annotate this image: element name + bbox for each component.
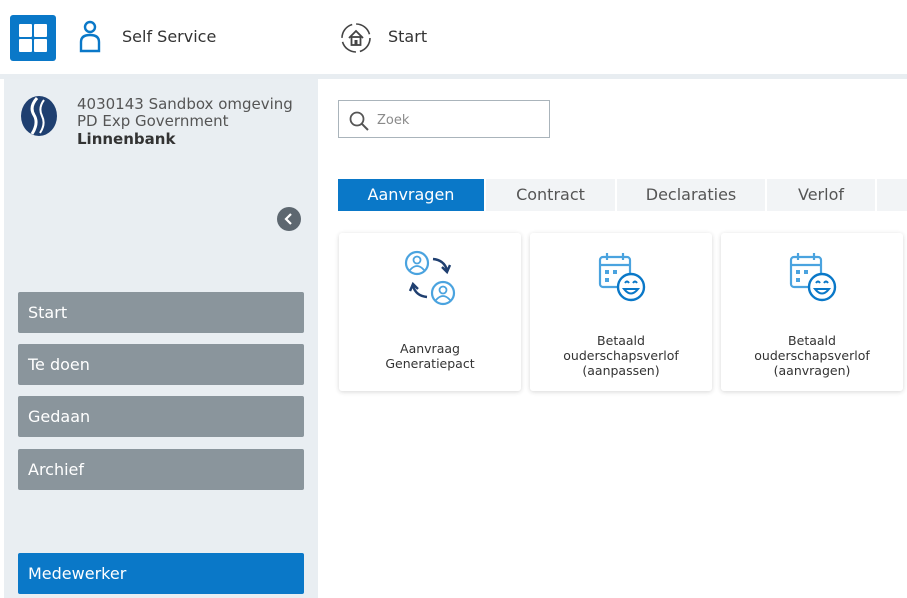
tab-aanvragen[interactable]: Aanvragen: [338, 179, 484, 211]
search-icon: [349, 111, 369, 131]
tab-more[interactable]: [877, 179, 907, 211]
home-icon[interactable]: [340, 22, 372, 54]
nav-archive-button[interactable]: Archief: [18, 449, 304, 490]
card-aanvraag-generatiepact[interactable]: Aanvraag Generatiepact: [339, 233, 521, 391]
org-name-line2: PD Exp Government: [77, 112, 229, 130]
card-title: Aanvraag Generatiepact: [385, 341, 475, 371]
company-logo: [21, 96, 57, 136]
nav-start-button[interactable]: Start: [18, 292, 304, 333]
org-name-line1: 4030143 Sandbox omgeving: [77, 95, 293, 113]
top-bar: Self Service Start: [0, 0, 907, 74]
tab-contract[interactable]: Contract: [486, 179, 615, 211]
collapse-sidebar-button[interactable]: [277, 207, 301, 231]
user-icon[interactable]: [78, 20, 102, 54]
exchange-persons-icon: [404, 250, 456, 306]
card-ouderschapsverlof-aanvragen[interactable]: Betaald ouderschapsverlof (aanvragen): [721, 233, 903, 391]
calendar-smile-icon: [598, 253, 646, 302]
search-input[interactable]: [377, 110, 537, 130]
chevron-left-icon: [284, 213, 292, 225]
calendar-smile-icon: [789, 253, 837, 302]
nav-done-button[interactable]: Gedaan: [18, 396, 304, 437]
card-title: Betaald ouderschapsverlof (aanpassen): [563, 333, 679, 378]
tab-verlof[interactable]: Verlof: [767, 179, 875, 211]
self-service-link[interactable]: Self Service: [122, 27, 216, 46]
tab-declaraties[interactable]: Declaraties: [617, 179, 765, 211]
role-medewerker-button[interactable]: Medewerker: [18, 553, 304, 594]
breadcrumb-start[interactable]: Start: [388, 27, 427, 46]
user-name: Linnenbank: [77, 130, 176, 148]
nav-todo-button[interactable]: Te doen: [18, 344, 304, 385]
card-title: Betaald ouderschapsverlof (aanvragen): [754, 333, 870, 378]
sidebar: 4030143 Sandbox omgeving PD Exp Governme…: [4, 79, 318, 598]
search-box[interactable]: [338, 100, 550, 138]
app-menu-grid-icon[interactable]: [10, 15, 56, 61]
card-ouderschapsverlof-aanpassen[interactable]: Betaald ouderschapsverlof (aanpassen): [530, 233, 712, 391]
